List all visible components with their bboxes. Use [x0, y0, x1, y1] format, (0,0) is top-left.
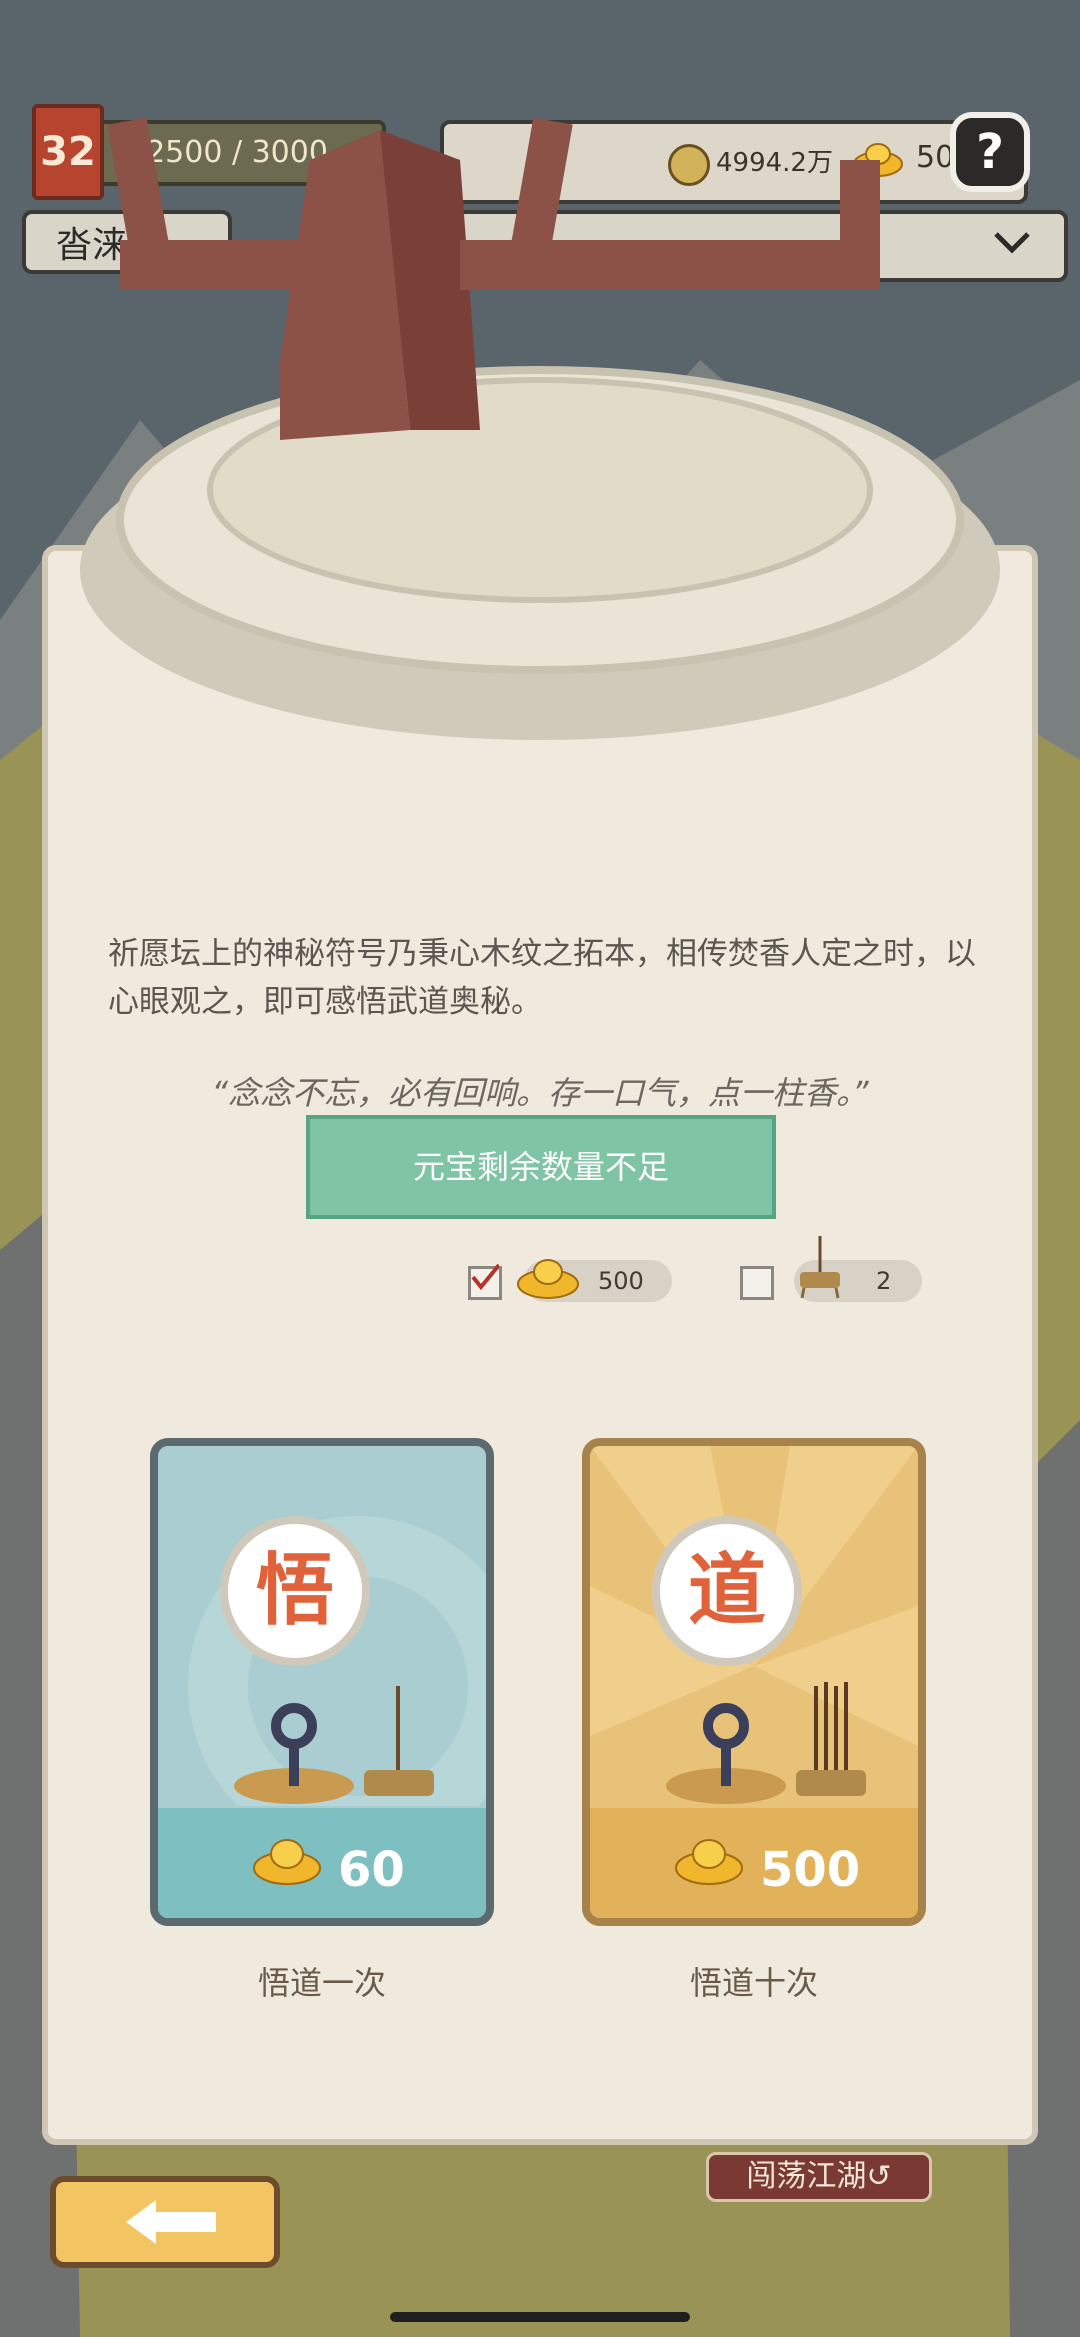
- altar-description: 祈愿坛上的神秘符号乃秉心木纹之拓本，相传焚香人定之时，以心眼观之，即可感悟武道奥…: [108, 936, 976, 1020]
- incense-altar-icon: [666, 1682, 866, 1804]
- help-button[interactable]: ?: [950, 112, 1030, 192]
- pray-ten-card[interactable]: 道 500: [582, 1438, 926, 1926]
- back-arrow-icon: [126, 2200, 216, 2244]
- back-button[interactable]: [50, 2176, 280, 2268]
- checkbox-checked[interactable]: [468, 1263, 502, 1300]
- pray-once-card[interactable]: 悟 60: [150, 1438, 494, 1926]
- ingot-cost: 500: [598, 1267, 644, 1295]
- pay-with-incense-option[interactable]: 2: [738, 1236, 938, 1304]
- roam-jianghu-button[interactable]: 闯荡江湖↺: [706, 2152, 932, 2202]
- pray-once-label: 悟道一次: [257, 1964, 386, 2002]
- incense-altar-icon: [234, 1686, 434, 1804]
- pay-with-ingots-option[interactable]: 500: [464, 1258, 674, 1304]
- dao-emblem: 道: [652, 1516, 802, 1666]
- gold-ingot-icon: [253, 1839, 321, 1885]
- card-price-bar: 500: [590, 1808, 918, 1918]
- home-indicator: [390, 2312, 690, 2322]
- altar-quote: “念念不忘，必有回响。存一口气，点一柱香。”: [211, 1074, 869, 1112]
- checkmark-icon: [471, 1263, 499, 1291]
- incense-burner-icon: [800, 1236, 840, 1299]
- enlightenment-emblem: 悟: [220, 1516, 370, 1666]
- card-price: 500: [760, 1842, 861, 1898]
- checkbox-unchecked[interactable]: [740, 1266, 774, 1300]
- incense-cost-pill: 2: [794, 1236, 922, 1302]
- gold-ingot-icon: [517, 1259, 579, 1299]
- insufficient-ingots-button[interactable]: 元宝剩余数量不足: [306, 1115, 776, 1219]
- incense-count: 2: [876, 1267, 892, 1295]
- ingot-cost-pill: 500: [517, 1259, 672, 1302]
- gold-ingot-icon: [675, 1839, 743, 1885]
- pray-ten-label: 悟道十次: [689, 1964, 818, 2002]
- altar-illustration: [80, 117, 1000, 740]
- card-price: 60: [338, 1842, 405, 1898]
- card-price-bar: 60: [158, 1808, 486, 1918]
